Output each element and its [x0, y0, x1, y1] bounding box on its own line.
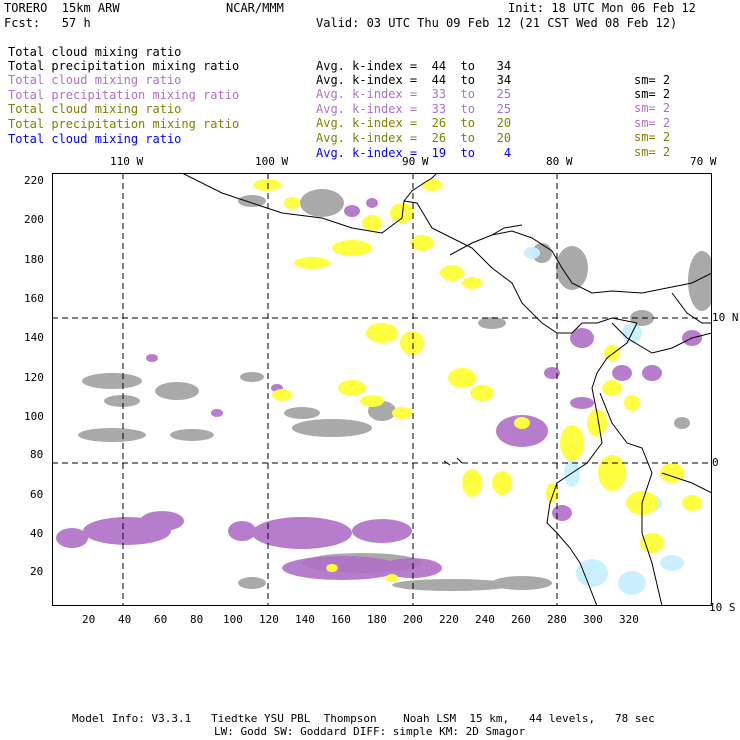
y-tick-label: 40: [30, 527, 44, 540]
x-tick-label: 140: [295, 613, 315, 626]
y-tick-label: 80: [30, 448, 44, 461]
lon-label: 80 W: [546, 155, 573, 168]
x-tick-label: 320: [619, 613, 639, 626]
y-tick-label: 60: [30, 488, 44, 501]
x-tick-label: 260: [511, 613, 531, 626]
x-tick-label: 120: [259, 613, 279, 626]
x-tick-label: 20: [82, 613, 96, 626]
x-tick-label: 100: [223, 613, 243, 626]
x-tick-label: 300: [583, 613, 603, 626]
x-tick-label: 60: [154, 613, 168, 626]
valid-time: Valid: 03 UTC Thu 09 Feb 12 (21 CST Wed …: [316, 16, 678, 30]
forecast-map: [52, 173, 712, 606]
model-info-line2: LW: Godd SW: Goddard DIFF: simple KM: 2D…: [214, 725, 526, 738]
x-tick-label: 200: [403, 613, 423, 626]
x-tick-label: 220: [439, 613, 459, 626]
y-tick-label: 180: [24, 253, 44, 266]
x-tick-label: 80: [190, 613, 204, 626]
y-tick-label: 160: [24, 292, 44, 305]
org-label: NCAR/MMM: [226, 1, 284, 15]
lon-label: 100 W: [255, 155, 289, 168]
y-tick-label: 200: [24, 213, 44, 226]
x-tick-label: 160: [331, 613, 351, 626]
lon-label: 110 W: [110, 155, 144, 168]
y-tick-label: 20: [30, 565, 44, 578]
x-tick-label: 40: [118, 613, 132, 626]
lat-label: 0: [712, 456, 719, 469]
y-tick-label: 120: [24, 371, 44, 384]
y-tick-label: 100: [24, 410, 44, 423]
lon-label: 90 W: [402, 155, 429, 168]
lat-label: 10 N: [712, 311, 739, 324]
y-tick-label: 140: [24, 331, 44, 344]
forecast-hour: Fcst: 57 h: [4, 16, 91, 30]
lat-label: 10 S: [709, 601, 736, 614]
init-time: Init: 18 UTC Mon 06 Feb 12: [508, 1, 696, 15]
lon-label: 70 W: [690, 155, 717, 168]
x-tick-label: 280: [547, 613, 567, 626]
legend-field: Total cloud mixing ratio: [8, 132, 182, 146]
x-tick-label: 180: [367, 613, 387, 626]
model-info-line1: Model Info: V3.3.1 Tiedtke YSU PBL Thomp…: [72, 712, 655, 725]
model-title: TORERO 15km ARW: [4, 1, 120, 15]
y-tick-label: 220: [24, 174, 44, 187]
x-tick-label: 240: [475, 613, 495, 626]
